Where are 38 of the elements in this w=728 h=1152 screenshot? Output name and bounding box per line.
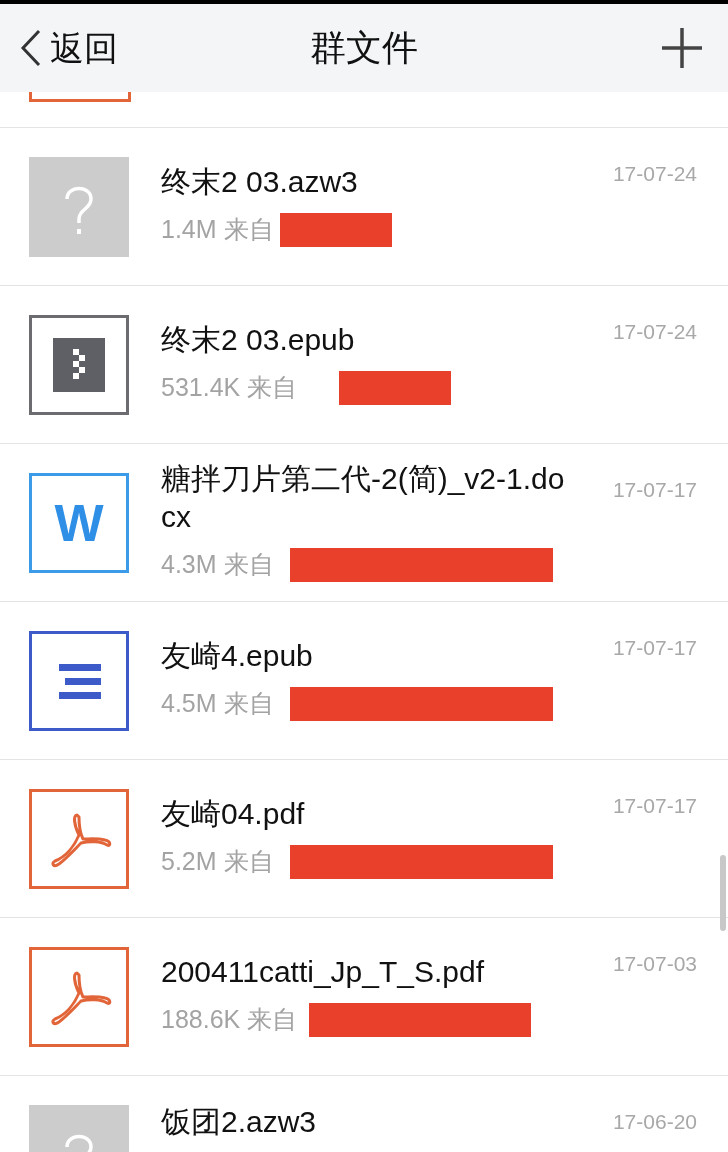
file-date: 17-07-24 bbox=[612, 161, 697, 187]
file-row[interactable]: 友崎04.pdf 5.2M 来自 17-07-17 bbox=[0, 760, 728, 918]
file-row[interactable]: 饭团2.azw3 17-06-20 bbox=[0, 1076, 728, 1152]
file-date: 17-07-17 bbox=[612, 477, 697, 503]
pdf-file-icon bbox=[29, 92, 131, 102]
file-info: 4.5M 来自 bbox=[161, 687, 274, 719]
file-date: 17-07-17 bbox=[612, 635, 697, 661]
file-name: 终末2 03.epub bbox=[161, 321, 356, 358]
file-name: 友崎04.pdf bbox=[161, 795, 306, 832]
file-row[interactable]: 友崎4.epub 4.5M 来自 17-07-17 bbox=[0, 602, 728, 760]
file-info: 1.4M 来自 bbox=[161, 213, 274, 245]
file-name: 终末2 03.azw3 bbox=[161, 163, 359, 200]
word-file-icon: W bbox=[29, 472, 129, 573]
chevron-left-icon bbox=[20, 29, 42, 67]
file-name: 饭团2.azw3 bbox=[161, 1104, 318, 1140]
file-row[interactable]: 终末2 03.azw3 1.4M 来自 17-07-24 bbox=[0, 128, 728, 286]
pdf-file-icon bbox=[29, 946, 129, 1047]
page-title: 群文件 bbox=[310, 26, 418, 70]
file-info: 188.6K 来自 bbox=[161, 1003, 298, 1035]
question-mark-icon bbox=[29, 156, 129, 257]
file-date: 17-06-20 bbox=[612, 1109, 697, 1135]
file-name: 友崎4.epub bbox=[161, 637, 314, 674]
file-name: 糖拌刀片第二代-2(简)_v2-1.docx bbox=[161, 460, 566, 535]
file-name: 200411catti_Jp_T_S.pdf bbox=[161, 953, 485, 990]
file-row[interactable]: W 糖拌刀片第二代-2(简)_v2-1.docx 4.3M 来自 17-07-17 bbox=[0, 444, 728, 602]
file-row[interactable]: 终末2 03.epub 531.4K 来自 17-07-24 bbox=[0, 286, 728, 444]
back-button[interactable]: 返回 bbox=[20, 22, 118, 74]
file-info: 4.3M 来自 bbox=[161, 548, 274, 580]
add-icon[interactable] bbox=[660, 26, 704, 70]
file-date: 17-07-24 bbox=[612, 319, 697, 345]
file-info: 5.2M 来自 bbox=[161, 845, 274, 877]
archive-file-icon bbox=[29, 314, 129, 415]
file-date: 17-07-03 bbox=[612, 951, 697, 977]
document-file-icon bbox=[29, 630, 129, 731]
file-row[interactable]: 200411catti_Jp_T_S.pdf 188.6K 来自 17-07-03 bbox=[0, 918, 728, 1076]
file-info: 531.4K 来自 bbox=[161, 371, 298, 403]
file-date: 17-07-17 bbox=[612, 793, 697, 819]
pdf-file-icon bbox=[29, 788, 129, 889]
